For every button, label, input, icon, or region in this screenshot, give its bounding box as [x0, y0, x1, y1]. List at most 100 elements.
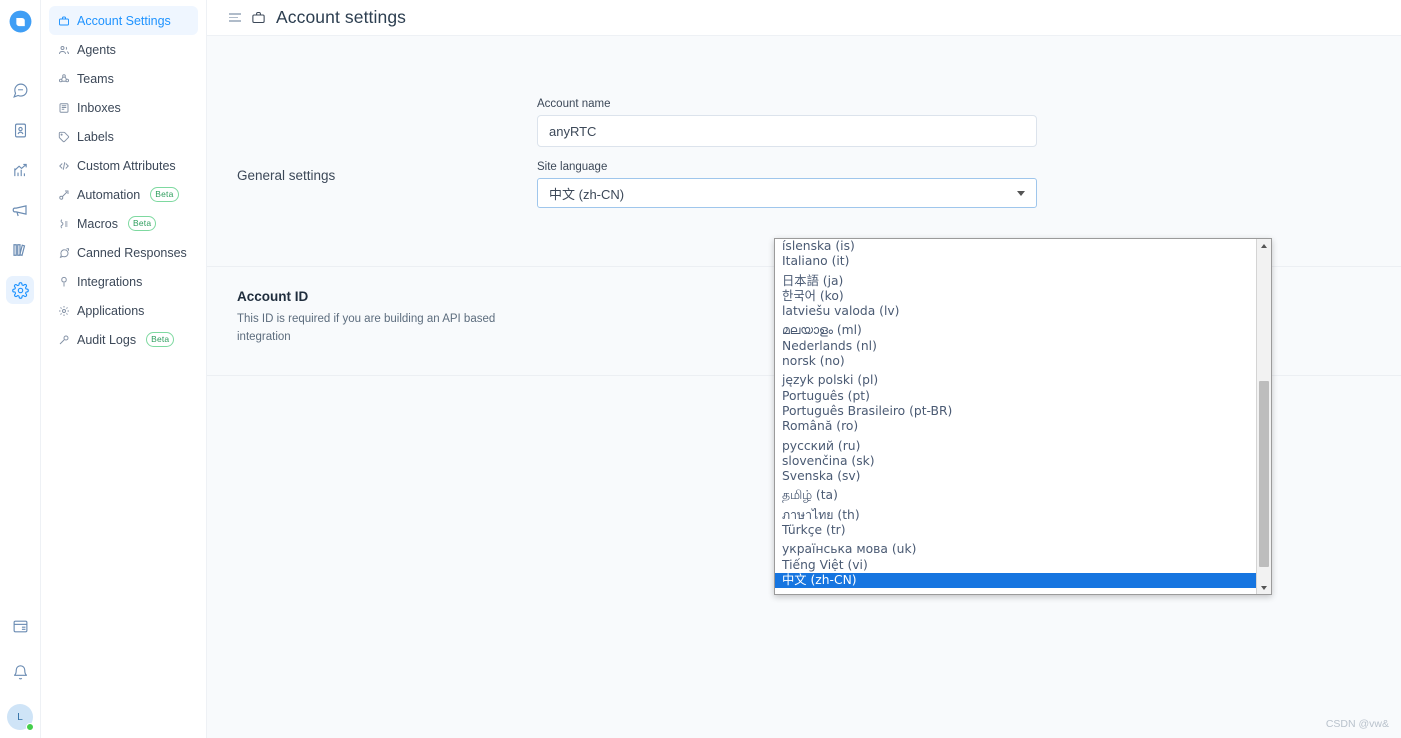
dropdown-option[interactable]: Tiếng Việt (vi)	[775, 558, 1256, 573]
sidebar-item-label: Integrations	[77, 274, 143, 289]
settings-content: General settings Account name Site langu…	[207, 36, 1401, 738]
audit-icon	[57, 333, 70, 346]
rail-icon-list	[6, 72, 34, 304]
sidebar-item-labels[interactable]: Labels	[49, 122, 198, 151]
tag-icon	[57, 130, 70, 143]
page-header: Account settings	[207, 0, 1401, 36]
portals-book-icon[interactable]	[6, 236, 34, 264]
dropdown-option[interactable]: norsk (no)	[775, 354, 1256, 369]
triangle-up-icon[interactable]	[1257, 239, 1271, 252]
site-language-dropdown-popup[interactable]: íslenska (is) Italiano (it) 日本語 (ja) 한국어 (k…	[774, 238, 1272, 595]
dropdown-option[interactable]: slovenčina (sk)	[775, 454, 1256, 469]
sidebar-item-inboxes[interactable]: Inboxes	[49, 93, 198, 122]
dropdown-option[interactable]: Português Brasileiro (pt-BR)	[775, 404, 1256, 419]
sidebar-item-canned-responses[interactable]: Canned Responses	[49, 238, 198, 267]
beta-badge: Beta	[150, 186, 179, 203]
sidebar-item-label: Teams	[77, 71, 114, 86]
automation-icon	[57, 188, 70, 201]
dropdown-option[interactable]: Português (pt)	[775, 389, 1256, 404]
dropdown-option[interactable]: മലയാളം (ml)	[775, 323, 1256, 338]
account-name-label: Account name	[537, 98, 611, 110]
avatar[interactable]: L	[7, 704, 34, 731]
people-icon	[57, 43, 70, 56]
sidebar-item-label: Labels	[77, 129, 114, 144]
conversations-chat-icon[interactable]	[6, 76, 34, 104]
online-status-dot	[26, 723, 34, 731]
sidebar-item-teams[interactable]: Teams	[49, 64, 198, 93]
dropdown-option[interactable]: íslenska (is)	[775, 239, 1256, 254]
sidebar-item-macros[interactable]: Macros Beta	[49, 209, 198, 238]
dropdown-option[interactable]: Italiano (it)	[775, 254, 1256, 269]
team-icon	[57, 72, 70, 85]
sidebar-item-applications[interactable]: Applications	[49, 296, 198, 325]
app-window-icon[interactable]	[6, 612, 34, 640]
scrollbar-thumb[interactable]	[1259, 381, 1269, 567]
app-root: L Account Settings Agents Teams Inboxes …	[0, 0, 1401, 738]
site-language-label: Site language	[537, 161, 608, 173]
watermark-text: CSDN @vw&	[1325, 718, 1389, 730]
dropdown-scrollbar[interactable]	[1256, 239, 1271, 594]
sidebar-item-audit-logs[interactable]: Audit Logs Beta	[49, 325, 198, 354]
dropdown-option[interactable]: Română (ro)	[775, 419, 1256, 434]
primary-nav-rail: L	[0, 0, 41, 738]
general-settings-form: Account name Site language 中文 (zh-CN)	[537, 98, 1037, 208]
hamburger-icon[interactable]	[229, 13, 241, 22]
settings-sidebar: Account Settings Agents Teams Inboxes La…	[41, 0, 207, 738]
sidebar-item-integrations[interactable]: Integrations	[49, 267, 198, 296]
site-language-option-list[interactable]: íslenska (is) Italiano (it) 日本語 (ja) 한국어 (k…	[775, 239, 1256, 594]
chatwoot-logo-icon[interactable]	[7, 8, 33, 34]
dropdown-option[interactable]: Türkçe (tr)	[775, 523, 1256, 538]
account-name-input[interactable]	[537, 115, 1037, 147]
sidebar-item-account-settings[interactable]: Account Settings	[49, 6, 198, 35]
page-title: Account settings	[276, 7, 407, 27]
inbox-icon	[57, 101, 70, 114]
briefcase-icon	[251, 10, 266, 25]
dropdown-option[interactable]: ภาษาไทย (th)	[775, 508, 1256, 523]
dropdown-option[interactable]: русский (ru)	[775, 439, 1256, 454]
beta-badge: Beta	[127, 215, 157, 232]
dropdown-option[interactable]: Nederlands (nl)	[775, 339, 1256, 354]
sidebar-item-label: Audit Logs	[77, 332, 137, 347]
account-name-field-group: Account name	[537, 98, 1037, 147]
bell-icon[interactable]	[6, 658, 34, 686]
dropdown-option[interactable]: українська мова (uk)	[775, 542, 1256, 557]
sidebar-item-label: Automation	[77, 187, 141, 202]
site-language-field-group: Site language 中文 (zh-CN)	[537, 161, 1037, 208]
dropdown-option[interactable]: 日本語 (ja)	[775, 274, 1256, 289]
sidebar-item-label: Applications	[77, 303, 145, 318]
briefcase-icon	[57, 14, 70, 27]
site-language-select[interactable]: 中文 (zh-CN)	[537, 178, 1037, 208]
macros-icon	[57, 217, 70, 230]
main-area: Account settings General settings Accoun…	[207, 0, 1401, 738]
sidebar-item-label: Agents	[77, 42, 116, 57]
sidebar-item-label: Inboxes	[77, 100, 121, 115]
sidebar-item-label: Account Settings	[77, 13, 171, 28]
general-settings-heading-group: General settings	[237, 98, 537, 183]
section-title: Account ID	[237, 289, 309, 304]
plug-icon	[57, 275, 70, 288]
section-title: General settings	[237, 168, 336, 183]
sidebar-item-agents[interactable]: Agents	[49, 35, 198, 64]
section-description: This ID is required if you are building …	[237, 313, 496, 344]
dropdown-option[interactable]: 中文 (zh-CN)	[775, 572, 1256, 589]
sidebar-item-automation[interactable]: Automation Beta	[49, 180, 198, 209]
site-language-selected-value: 中文 (zh-CN)	[549, 186, 625, 202]
dropdown-option[interactable]: 한국어 (ko)	[775, 289, 1256, 304]
dropdown-option[interactable]: தமிழ் (ta)	[775, 488, 1256, 503]
code-icon	[57, 159, 70, 172]
dropdown-option[interactable]: latviešu valoda (lv)	[775, 304, 1256, 319]
gear-icon[interactable]	[6, 276, 34, 304]
sidebar-item-custom-attributes[interactable]: Custom Attributes	[49, 151, 198, 180]
triangle-down-icon[interactable]	[1257, 581, 1271, 594]
dropdown-option[interactable]: język polski (pl)	[775, 373, 1256, 388]
apps-icon	[57, 304, 70, 317]
avatar-initial: L	[17, 711, 23, 723]
beta-badge: Beta	[146, 331, 175, 348]
dropdown-option[interactable]: Svenska (sv)	[775, 469, 1256, 484]
reports-chart-icon[interactable]	[6, 156, 34, 184]
campaigns-megaphone-icon[interactable]	[6, 196, 34, 224]
sidebar-item-label: Macros	[77, 216, 118, 231]
chevron-down-icon	[1017, 190, 1025, 196]
sidebar-item-label: Canned Responses	[77, 245, 187, 260]
contacts-book-icon[interactable]	[6, 116, 34, 144]
